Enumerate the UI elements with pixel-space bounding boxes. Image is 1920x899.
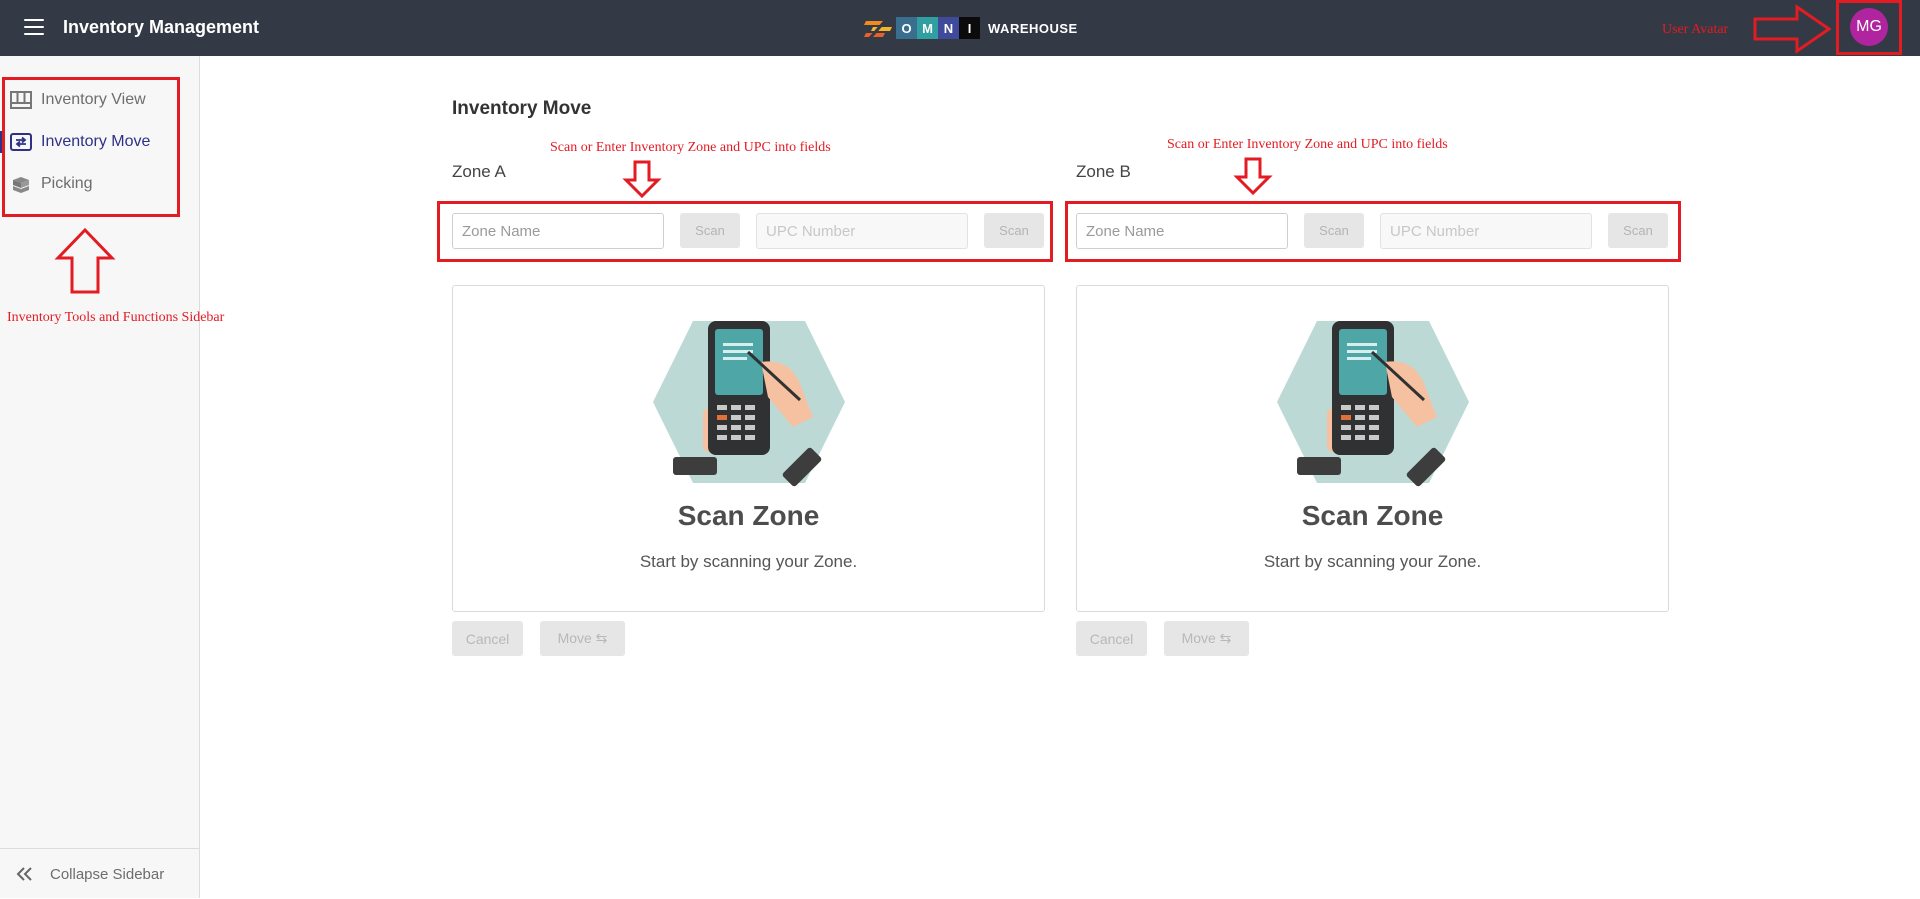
avatar-annotation-text: User Avatar — [1662, 22, 1729, 37]
zone-b-scan-card: Scan Zone Start by scanning your Zone. — [1076, 285, 1669, 612]
zone-a-cancel-button[interactable]: Cancel — [452, 621, 523, 656]
zone-b-cancel-button[interactable]: Cancel — [1076, 621, 1147, 656]
zone-a-annotation-text: Scan or Enter Inventory Zone and UPC int… — [550, 140, 831, 155]
scan-zone-subtitle: Start by scanning your Zone. — [1263, 552, 1482, 571]
sidebar-annotation-box — [2, 77, 180, 217]
page-title: Inventory Move — [452, 98, 592, 119]
menu-icon[interactable] — [24, 19, 44, 35]
down-arrow-annotation-icon — [1233, 157, 1273, 196]
zone-b-title: Zone B — [1076, 162, 1131, 181]
up-arrow-annotation-icon — [54, 227, 116, 294]
zone-a-scan-card: Scan Zone Start by scanning your Zone. — [452, 285, 1045, 612]
logo-letter: O — [896, 17, 917, 39]
logo-letter: N — [938, 17, 959, 39]
zone-a-fields-annotation-box — [437, 201, 1053, 262]
top-bar: Inventory Management O M N I WAREHOUSE M… — [0, 0, 1920, 56]
avatar-annotation-box — [1836, 0, 1902, 55]
logo-mark-icon — [864, 21, 892, 37]
scan-zone-title: Scan Zone — [1301, 500, 1444, 531]
zone-a-move-button[interactable]: Move ⇆ — [540, 621, 625, 656]
scan-zone-subtitle: Start by scanning your Zone. — [639, 552, 858, 571]
zone-b-fields-annotation-box — [1065, 201, 1681, 262]
right-arrow-annotation-icon — [1753, 4, 1832, 54]
scan-zone-title: Scan Zone — [677, 500, 820, 531]
collapse-sidebar-button[interactable]: Collapse Sidebar — [0, 848, 199, 899]
sidebar-annotation-text: Inventory Tools and Functions Sidebar — [7, 310, 225, 325]
zone-a-title: Zone A — [452, 162, 506, 181]
zone-b-move-button[interactable]: Move ⇆ — [1164, 621, 1249, 656]
omni-warehouse-logo: O M N I WAREHOUSE — [863, 17, 1078, 39]
zone-b-annotation-text: Scan or Enter Inventory Zone and UPC int… — [1167, 137, 1448, 152]
app-title: Inventory Management — [63, 17, 260, 37]
down-arrow-annotation-icon — [622, 160, 662, 199]
logo-letter: I — [959, 17, 980, 39]
handheld-scanner-illustration — [653, 321, 845, 487]
handheld-scanner-illustration — [1277, 321, 1469, 487]
logo-word: WAREHOUSE — [988, 20, 1078, 36]
logo-letter: M — [917, 17, 938, 39]
double-chevron-left-icon — [16, 867, 32, 881]
collapse-sidebar-label: Collapse Sidebar — [50, 866, 165, 883]
